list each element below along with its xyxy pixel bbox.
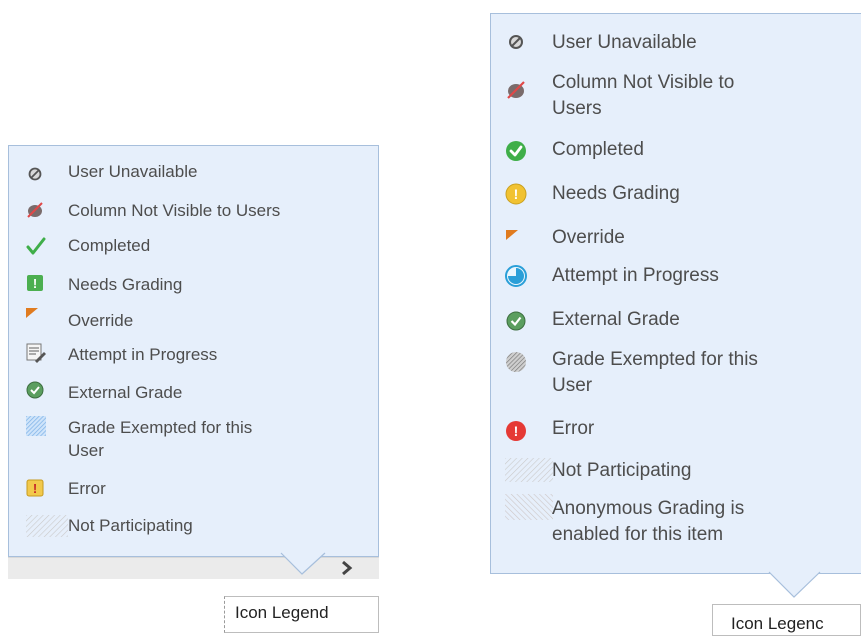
legend-pointer-tail-right — [768, 571, 821, 598]
attempt-in-progress-icon — [26, 343, 46, 363]
grade-exempted-icon — [506, 352, 526, 372]
svg-text:!: ! — [33, 481, 37, 496]
legend-label-user-unavailable: User Unavailable — [552, 32, 697, 53]
column-not-visible-icon — [27, 202, 43, 218]
legend-label-column-not-visible: Column Not Visible to Users — [68, 201, 281, 220]
external-grade-icon — [506, 311, 526, 331]
legend-label-grade-exempted: Grade Exempted for this — [68, 418, 253, 437]
not-participating-icon — [505, 458, 553, 482]
legend-label-grade-exempted-line2: User — [68, 441, 104, 460]
legend-label-external-grade: External Grade — [68, 383, 183, 402]
icon-legend-button[interactable]: Icon Legend — [224, 596, 379, 633]
error-icon: ! — [26, 479, 44, 497]
legend-label-error: Error — [552, 418, 595, 439]
not-participating-icon — [26, 515, 68, 537]
legend-label-error: Error — [68, 479, 106, 498]
needs-grading-icon: ! — [505, 183, 527, 205]
next-arrow-icon[interactable] — [340, 560, 354, 576]
legend-label-completed: Completed — [68, 236, 151, 255]
user-unavailable-icon — [509, 35, 523, 49]
legend-label-not-participating: Not Participating — [552, 460, 692, 481]
icon-legend-button[interactable]: Icon Legenc — [712, 604, 861, 636]
svg-text:!: ! — [33, 276, 37, 291]
completed-icon — [506, 141, 526, 161]
anonymous-grading-icon — [505, 494, 553, 520]
legend-label-column-not-visible-line2: Users — [552, 98, 602, 119]
legend-label-override: Override — [68, 311, 134, 330]
legend-label-grade-exempted: Grade Exempted for this — [552, 349, 758, 370]
legend-label-not-participating: Not Participating — [68, 516, 193, 535]
legend-label-needs-grading: Needs Grading — [552, 183, 680, 204]
svg-text:!: ! — [514, 186, 519, 202]
grade-exempted-icon — [26, 416, 46, 436]
legend-label-anonymous-grading-line2: enabled for this item — [552, 524, 724, 545]
error-icon: ! — [506, 421, 526, 441]
icon-legend-panel-right: User Unavailable Column Not Visible to U… — [490, 13, 861, 574]
legend-label-anonymous-grading: Anonymous Grading is — [552, 498, 745, 519]
legend-label-external-grade: External Grade — [552, 309, 680, 330]
svg-text:!: ! — [514, 423, 519, 439]
legend-label-attempt-in-progress: Attempt in Progress — [68, 345, 218, 364]
user-unavailable-icon — [28, 167, 42, 181]
override-icon — [506, 230, 518, 240]
needs-grading-icon: ! — [27, 275, 43, 291]
legend-label-attempt-in-progress: Attempt in Progress — [552, 265, 719, 286]
legend-label-column-not-visible: Column Not Visible to — [552, 72, 735, 93]
legend-label-user-unavailable: User Unavailable — [68, 162, 198, 181]
legend-pointer-tail-left — [280, 552, 326, 575]
column-not-visible-icon — [507, 81, 525, 99]
legend-label-needs-grading: Needs Grading — [68, 275, 183, 294]
icon-legend-panel-left: User Unavailable Column Not Visible to U… — [8, 145, 379, 557]
override-icon — [26, 308, 38, 318]
legend-label-grade-exempted-line2: User — [552, 375, 593, 396]
completed-checkmark-icon — [26, 237, 46, 255]
attempt-in-progress-icon — [505, 265, 527, 287]
external-grade-icon — [26, 381, 44, 399]
legend-label-completed: Completed — [552, 139, 644, 160]
legend-label-override: Override — [552, 227, 625, 248]
